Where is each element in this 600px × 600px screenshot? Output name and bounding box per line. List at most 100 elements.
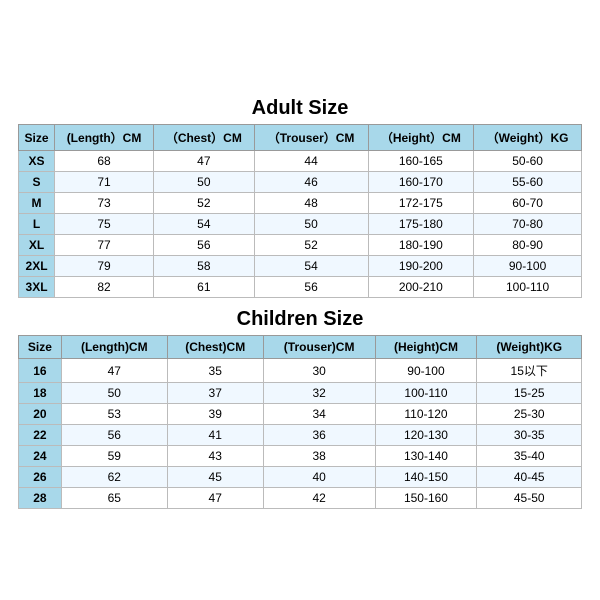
table-cell: 47: [154, 151, 255, 172]
table-cell: 46: [254, 172, 368, 193]
table-cell: M: [19, 193, 55, 214]
table-cell: 28: [19, 488, 62, 509]
table-cell: 2XL: [19, 256, 55, 277]
table-cell: 20: [19, 404, 62, 425]
table-cell: 55-60: [474, 172, 582, 193]
adult-column-header: (Length）CM: [55, 125, 154, 151]
children-size-table: Size(Length)CM(Chest)CM(Trouser)CM(Heigh…: [18, 335, 582, 509]
table-cell: 24: [19, 446, 62, 467]
table-cell: 90-100: [474, 256, 582, 277]
table-cell: 73: [55, 193, 154, 214]
table-cell: 100-110: [474, 277, 582, 298]
table-cell: 77: [55, 235, 154, 256]
table-cell: 50: [61, 383, 167, 404]
table-cell: 48: [254, 193, 368, 214]
table-cell: 30: [263, 359, 375, 383]
table-cell: 70-80: [474, 214, 582, 235]
table-cell: 40-45: [477, 467, 582, 488]
table-cell: 56: [154, 235, 255, 256]
adult-column-header: Size: [19, 125, 55, 151]
table-cell: 34: [263, 404, 375, 425]
table-cell: 44: [254, 151, 368, 172]
table-cell: 75: [55, 214, 154, 235]
table-cell: 100-110: [375, 383, 477, 404]
table-cell: 58: [154, 256, 255, 277]
table-row: 20533934110-12025-30: [19, 404, 582, 425]
table-cell: 35-40: [477, 446, 582, 467]
table-cell: 180-190: [368, 235, 474, 256]
adult-column-header: （Height）CM: [368, 125, 474, 151]
table-cell: 56: [61, 425, 167, 446]
adult-header-row: Size(Length）CM（Chest）CM（Trouser）CM（Heigh…: [19, 125, 582, 151]
table-cell: 54: [254, 256, 368, 277]
table-cell: 172-175: [368, 193, 474, 214]
table-cell: 53: [61, 404, 167, 425]
table-cell: 71: [55, 172, 154, 193]
table-cell: 37: [167, 383, 263, 404]
table-cell: 59: [61, 446, 167, 467]
table-cell: 47: [167, 488, 263, 509]
table-cell: 16: [19, 359, 62, 383]
table-cell: 30-35: [477, 425, 582, 446]
table-cell: 25-30: [477, 404, 582, 425]
table-cell: 50: [154, 172, 255, 193]
table-cell: 68: [55, 151, 154, 172]
table-cell: 90-100: [375, 359, 477, 383]
table-cell: 160-170: [368, 172, 474, 193]
table-cell: 41: [167, 425, 263, 446]
table-cell: 35: [167, 359, 263, 383]
table-cell: 200-210: [368, 277, 474, 298]
table-cell: 52: [254, 235, 368, 256]
table-cell: XS: [19, 151, 55, 172]
table-cell: 110-120: [375, 404, 477, 425]
adult-size-title: Adult Size: [18, 91, 582, 124]
table-cell: 39: [167, 404, 263, 425]
table-row: 1647353090-10015以下: [19, 359, 582, 383]
table-cell: 80-90: [474, 235, 582, 256]
table-cell: 15以下: [477, 359, 582, 383]
table-cell: 82: [55, 277, 154, 298]
table-cell: 45-50: [477, 488, 582, 509]
table-cell: 52: [154, 193, 255, 214]
table-cell: 18: [19, 383, 62, 404]
table-cell: 42: [263, 488, 375, 509]
table-cell: S: [19, 172, 55, 193]
table-row: 2XL795854190-20090-100: [19, 256, 582, 277]
table-cell: 79: [55, 256, 154, 277]
table-cell: L: [19, 214, 55, 235]
table-cell: 36: [263, 425, 375, 446]
table-cell: 15-25: [477, 383, 582, 404]
table-cell: 175-180: [368, 214, 474, 235]
table-row: XS684744160-16550-60: [19, 151, 582, 172]
table-row: 3XL826156200-210100-110: [19, 277, 582, 298]
table-cell: 60-70: [474, 193, 582, 214]
table-cell: 45: [167, 467, 263, 488]
table-cell: 190-200: [368, 256, 474, 277]
table-row: 24594338130-14035-40: [19, 446, 582, 467]
table-cell: 65: [61, 488, 167, 509]
table-cell: 62: [61, 467, 167, 488]
table-row: 18503732100-11015-25: [19, 383, 582, 404]
adult-column-header: （Trouser）CM: [254, 125, 368, 151]
table-cell: 26: [19, 467, 62, 488]
table-cell: 56: [254, 277, 368, 298]
table-cell: 3XL: [19, 277, 55, 298]
children-size-title: Children Size: [18, 302, 582, 335]
table-cell: 120-130: [375, 425, 477, 446]
children-header-row: Size(Length)CM(Chest)CM(Trouser)CM(Heigh…: [19, 336, 582, 359]
table-cell: 43: [167, 446, 263, 467]
size-chart-container: Adult Size Size(Length）CM（Chest）CM（Trous…: [10, 83, 590, 517]
table-cell: 50: [254, 214, 368, 235]
table-cell: 40: [263, 467, 375, 488]
children-column-header: (Length)CM: [61, 336, 167, 359]
table-row: XL775652180-19080-90: [19, 235, 582, 256]
table-cell: 140-150: [375, 467, 477, 488]
table-cell: 61: [154, 277, 255, 298]
adult-table-body: XS684744160-16550-60S715046160-17055-60M…: [19, 151, 582, 298]
adult-size-table: Size(Length）CM（Chest）CM（Trouser）CM（Heigh…: [18, 124, 582, 298]
table-row: L755450175-18070-80: [19, 214, 582, 235]
children-column-header: (Weight)KG: [477, 336, 582, 359]
table-cell: 160-165: [368, 151, 474, 172]
table-cell: 54: [154, 214, 255, 235]
table-cell: 130-140: [375, 446, 477, 467]
